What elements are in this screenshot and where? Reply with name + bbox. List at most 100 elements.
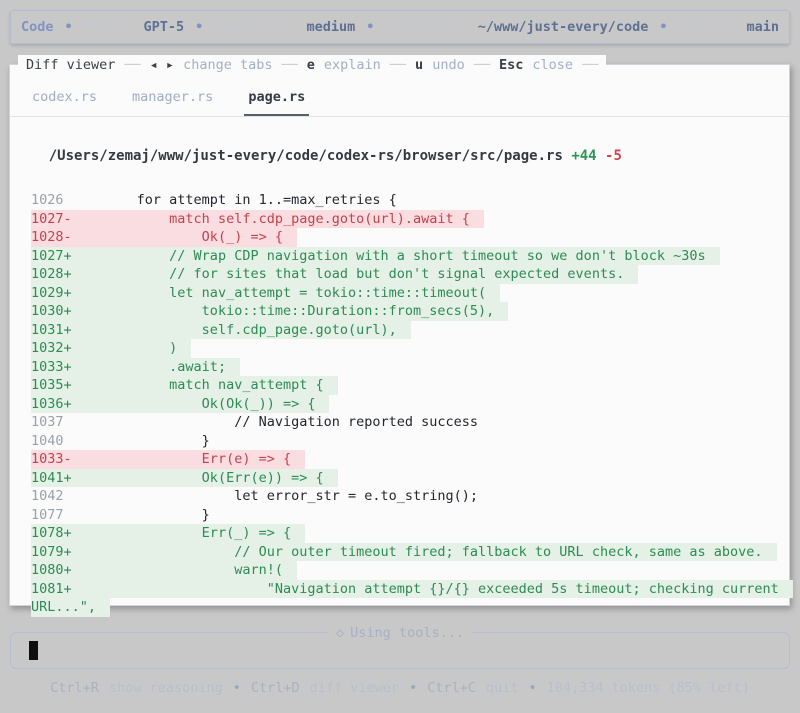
line-code: for attempt in 1..=max_retries {: [71, 192, 397, 208]
status-value: GPT-5: [143, 19, 185, 35]
line-code: // Our outer timeout fired; fallback to …: [71, 543, 763, 560]
hint-separator: ──: [281, 57, 298, 73]
line-number: 1029+: [31, 284, 72, 301]
shortcut-text: quit: [485, 680, 519, 696]
line-code: ): [71, 340, 178, 356]
line-number: 1078+: [31, 525, 72, 541]
line-number: 1040: [31, 432, 72, 449]
bullet-separator: •: [232, 680, 241, 696]
diff-line: 1040 }: [10, 432, 789, 451]
diff-line: 1028+ // for sites that load but don't s…: [10, 265, 789, 284]
line-code: // for sites that load but don't signal …: [71, 266, 625, 282]
bullet-separator: •: [366, 19, 375, 35]
diff-viewer-panel: Diff viewer ── ◂ ▸ change tabs ── e explain ── u…: [9, 55, 793, 617]
footer-shortcuts: Ctrl+R show reasoning • Ctrl+D diff viewer • C…: [0, 680, 800, 696]
diff-line: 1026 for attempt in 1..=max_retries {: [10, 191, 789, 210]
hint-key: e: [306, 57, 315, 73]
deletions-count: -5: [605, 148, 622, 164]
line-number: 1035+: [31, 377, 72, 393]
status-text: Using tools...: [350, 625, 464, 641]
status-indicator: ◇ Using tools...: [327, 624, 473, 642]
bullet-separator: •: [195, 19, 204, 35]
status-value: medium: [306, 19, 356, 35]
top-status-bar: Code • Model: GPT-5 • Reasoning: medium • Direct…: [10, 10, 790, 44]
bullet-separator: •: [659, 19, 668, 35]
status-value: ~/www/just-every/code: [477, 19, 649, 35]
line-number: 1028-: [31, 229, 72, 245]
line-code: let nav_attempt = tokio::time::timeout(: [71, 284, 487, 301]
shortcut-text: 104,334 tokens (85% left): [546, 680, 750, 696]
line-number: 1027+: [31, 247, 72, 264]
diff-line: 1079+ // Our outer timeout fired; fallba…: [10, 542, 789, 561]
line-number: 1077: [31, 506, 72, 523]
line-code: let error_str = e.to_string();: [71, 488, 479, 504]
status-label: Reasoning:: [214, 19, 296, 35]
bullet-separator: •: [528, 680, 537, 696]
line-code: match self.cdp_page.goto(url).await {: [71, 210, 470, 227]
status-label: Directory:: [385, 19, 467, 35]
hint-separator: ──: [124, 57, 141, 73]
diamond-icon: ◇: [336, 625, 345, 641]
line-code: Err(e) => {: [71, 451, 292, 467]
line-code: Ok(Ok(_)) => {: [71, 395, 316, 412]
line-code: .await;: [71, 358, 227, 375]
line-number: 1041+: [31, 469, 72, 486]
line-code: match nav_attempt {: [71, 377, 324, 393]
diff-line: 1033+ .await;: [10, 357, 789, 376]
line-number: 1036+: [31, 395, 72, 412]
hint-key: u: [415, 57, 424, 73]
tab-manager-rs[interactable]: manager.rs: [128, 87, 217, 116]
line-code: "Navigation attempt {}/{} exceeded 5s ti…: [71, 580, 779, 597]
diff-viewer-title: Diff viewer: [26, 57, 116, 73]
hint-separator: ──: [582, 57, 599, 73]
line-code: Ok(_) => {: [71, 229, 283, 245]
line-code: }: [71, 506, 210, 523]
diff-line: URL...",: [10, 598, 789, 617]
line-code: // Navigation reported success: [71, 414, 479, 430]
shortcut-text: show reasoning: [108, 680, 223, 696]
diff-line: 1027+ // Wrap CDP navigation with a shor…: [10, 246, 789, 265]
diff-file-path-row: /Users/zemaj/www/just-every/code/codex-r…: [10, 117, 789, 191]
line-code: // Wrap CDP navigation with a short time…: [71, 247, 706, 264]
composer-input[interactable]: ◇ Using tools...: [10, 624, 790, 669]
diff-line: 1042 let error_str = e.to_string();: [10, 487, 789, 506]
line-number: 1081+: [31, 580, 72, 597]
line-code: warn!(: [71, 562, 283, 578]
shortcut-text: diff viewer: [309, 680, 400, 696]
diff-line: 1035+ match nav_attempt {: [10, 376, 789, 395]
tab-codex-rs[interactable]: codex.rs: [28, 87, 101, 116]
diff-line: 1037 // Navigation reported success: [10, 413, 789, 432]
diff-line: 1027- match self.cdp_page.goto(url).awai…: [10, 209, 789, 228]
line-code: Err(_) => {: [71, 525, 292, 541]
shortcut-key: Ctrl+D: [250, 680, 300, 696]
line-code: }: [71, 432, 210, 449]
hint-action: undo: [432, 57, 465, 73]
line-number: 1030+: [31, 303, 72, 319]
line-number: 1027-: [31, 210, 72, 227]
diff-line: 1030+ tokio::time::Duration::from_secs(5…: [10, 302, 789, 321]
diff-line: 1041+ Ok(Err(e)) => {: [10, 468, 789, 487]
tab-page-rs[interactable]: page.rs: [244, 87, 310, 116]
line-number: 1042: [31, 488, 72, 504]
line-code: URL...",: [31, 599, 97, 615]
hint-action: close: [532, 57, 573, 73]
hint-key: Esc: [498, 57, 524, 73]
line-number: 1033-: [31, 451, 72, 467]
diff-line: 1080+ warn!(: [10, 561, 789, 580]
file-path: /Users/zemaj/www/just-every/code/codex-r…: [48, 148, 563, 164]
additions-count: +44: [571, 148, 597, 164]
line-code: tokio::time::Duration::from_secs(5),: [71, 303, 495, 319]
line-code: Ok(Err(e)) => {: [71, 469, 324, 486]
diff-line: 1032+ ): [10, 339, 789, 358]
diff-line: 1078+ Err(_) => {: [10, 524, 789, 543]
line-number: 1033+: [31, 358, 72, 375]
hint-action: explain: [323, 57, 381, 73]
shortcut-key: Ctrl+R: [50, 680, 99, 696]
diff-line: 1077 }: [10, 506, 789, 525]
hint-action: change tabs: [183, 57, 273, 73]
diff-content: 1026 for attempt in 1..=max_retries {102…: [10, 191, 793, 617]
line-number: 1080+: [31, 562, 72, 578]
diff-line: 1033- Err(e) => {: [10, 450, 789, 469]
line-number: 1079+: [31, 543, 72, 560]
hint-separator: ──: [389, 57, 407, 73]
